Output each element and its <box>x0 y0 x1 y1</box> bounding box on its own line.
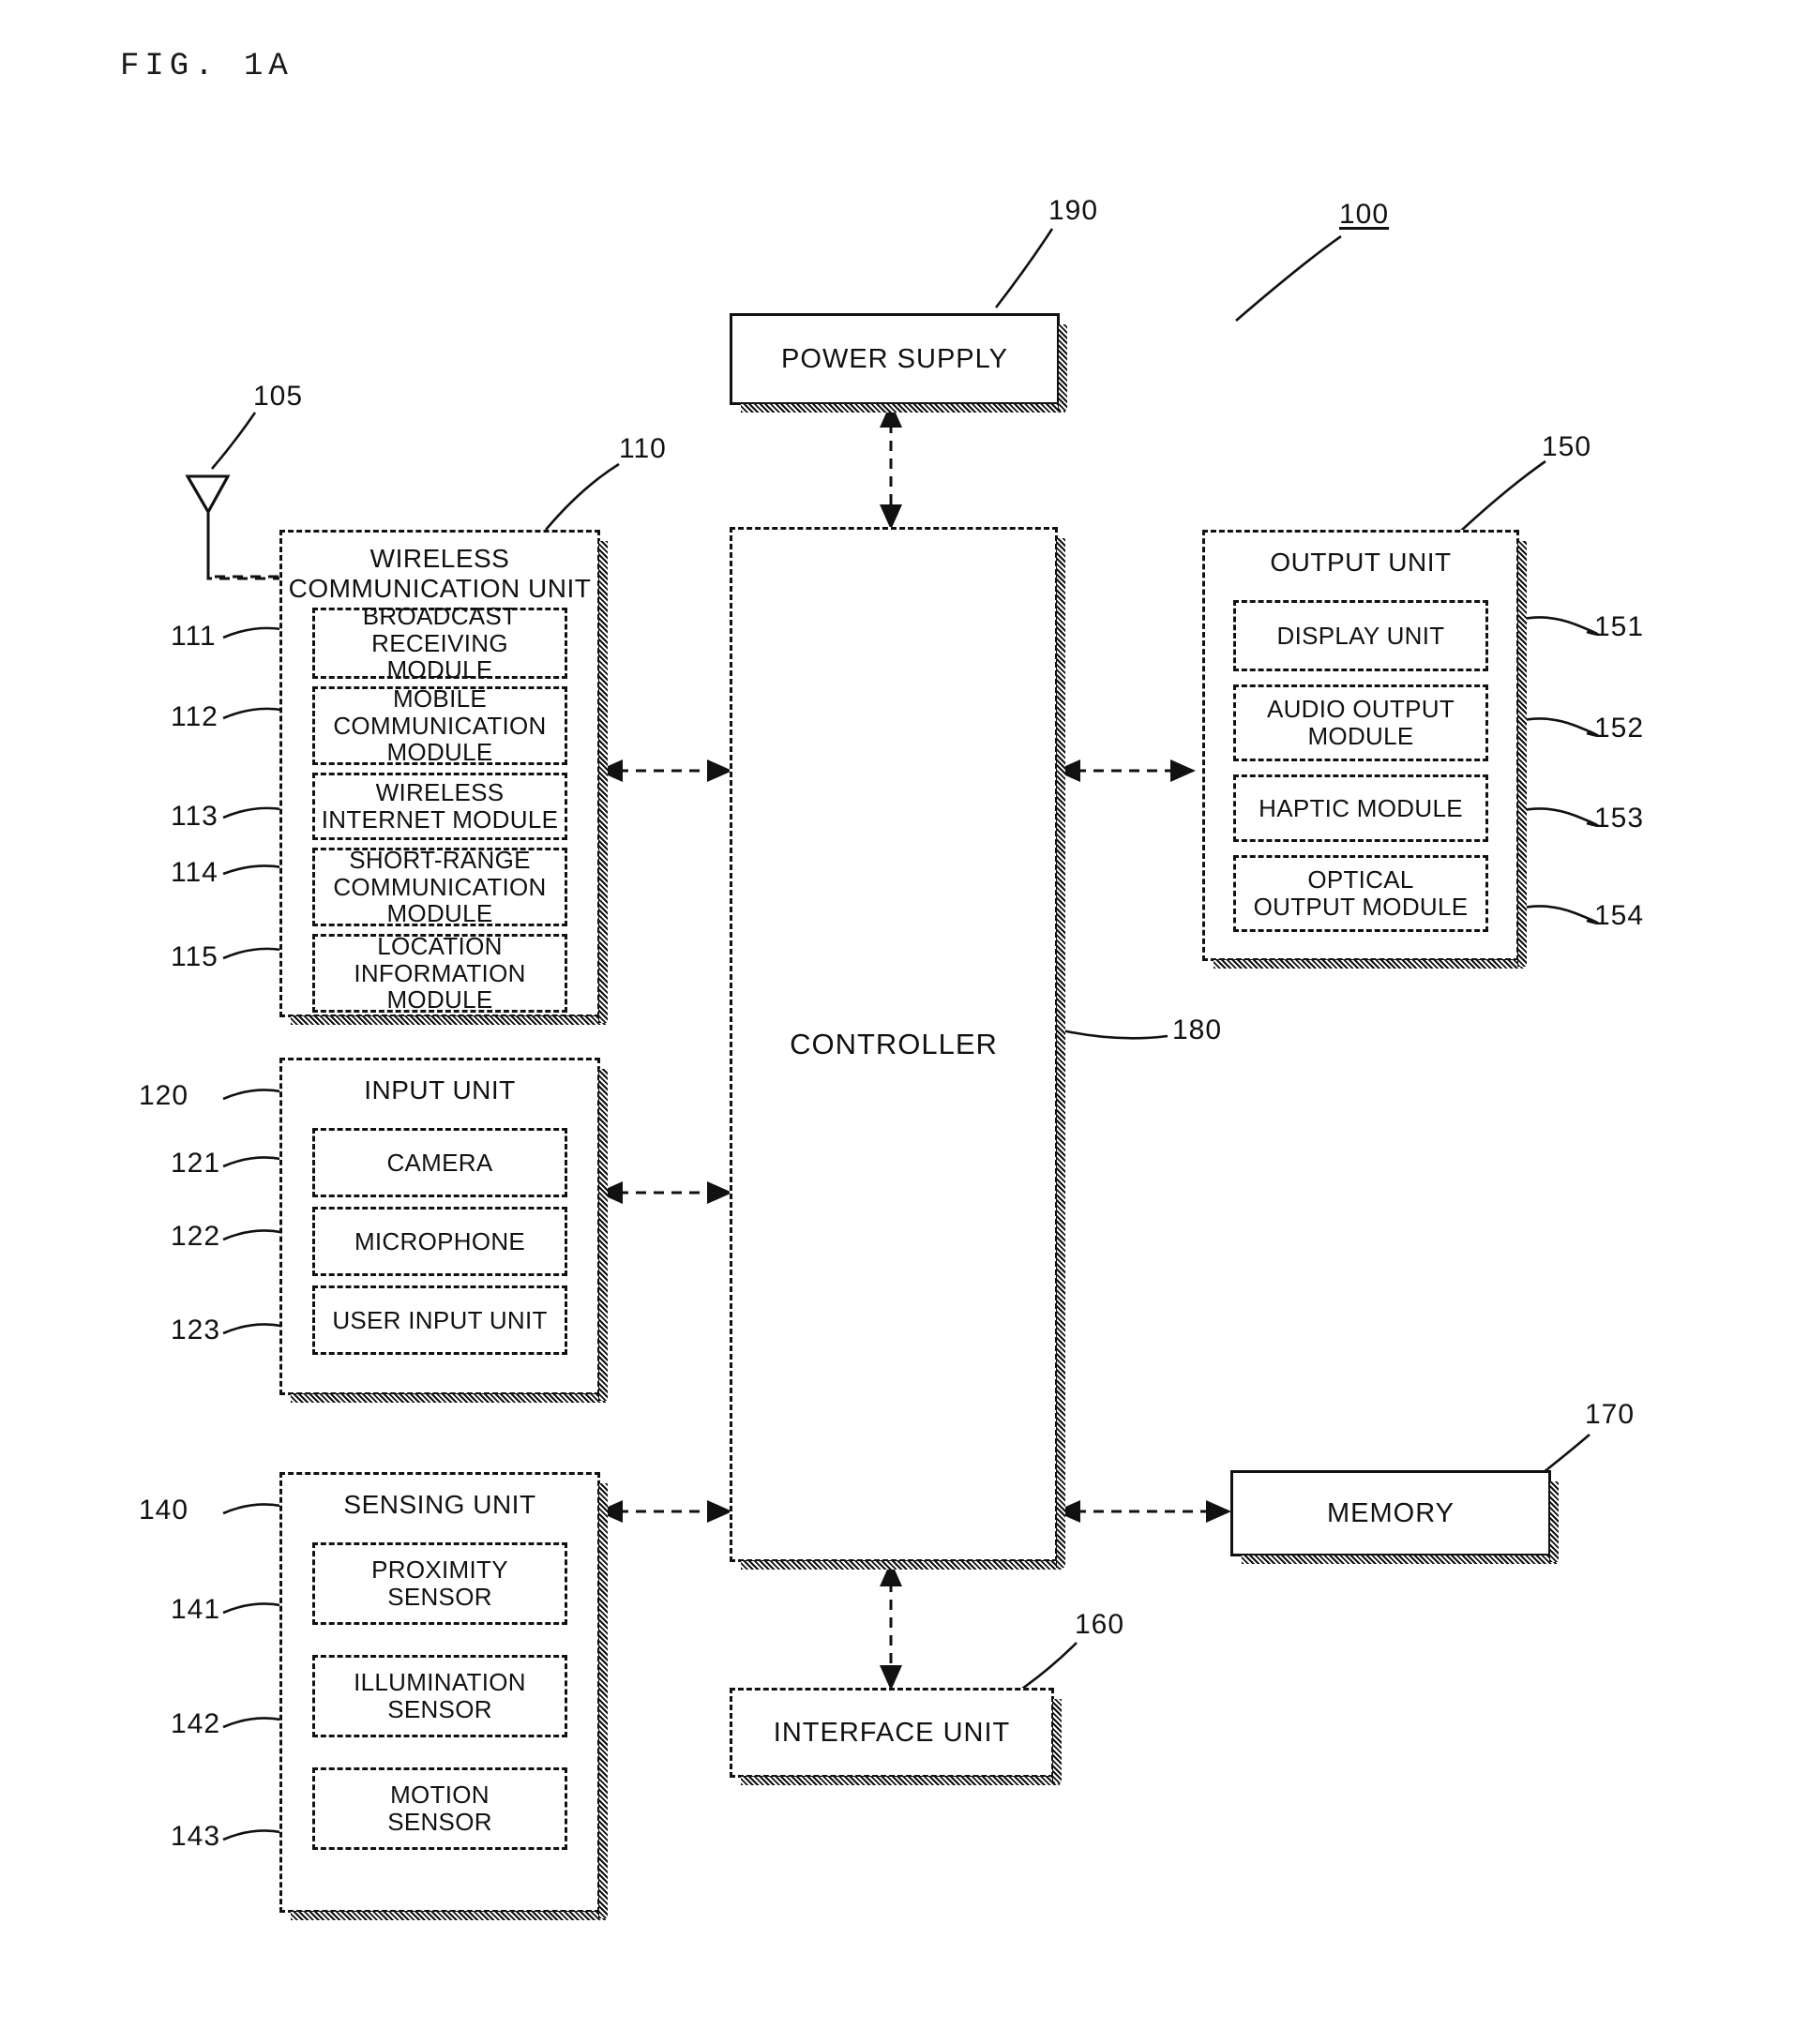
camera-module: CAMERA <box>312 1128 567 1197</box>
input-unit-title: INPUT UNIT <box>364 1075 516 1105</box>
ref-180: 180 <box>1172 1014 1223 1045</box>
wireless-title-line2: COMMUNICATION UNIT <box>288 574 592 604</box>
ref-120: 120 <box>139 1080 189 1111</box>
memory-block: MEMORY <box>1230 1470 1559 1564</box>
ref-160: 160 <box>1075 1609 1125 1640</box>
ref-122: 122 <box>171 1221 221 1252</box>
interface-unit-label: INTERFACE UNIT <box>773 1717 1011 1748</box>
output-unit-title: OUTPUT UNIT <box>1270 548 1452 577</box>
motion-sensor-module: MOTION SENSOR <box>312 1767 567 1850</box>
controller-block: CONTROLLER <box>730 527 1065 1570</box>
ref-152: 152 <box>1594 713 1645 744</box>
power-supply-block: POWER SUPPLY <box>730 313 1067 413</box>
controller-label: CONTROLLER <box>790 1027 998 1060</box>
ref-112: 112 <box>171 701 219 732</box>
wireless-internet-module: WIRELESS INTERNET MODULE <box>312 773 567 840</box>
output-unit-block: OUTPUT UNIT DISPLAY UNIT AUDIO OUTPUT MO… <box>1202 530 1527 969</box>
ref-143: 143 <box>171 1821 221 1852</box>
optical-output-module: OPTICAL OUTPUT MODULE <box>1233 855 1488 932</box>
ref-115: 115 <box>171 941 219 972</box>
interface-unit-block: INTERFACE UNIT <box>730 1688 1062 1785</box>
ref-150: 150 <box>1542 431 1592 462</box>
ref-110: 110 <box>619 433 667 464</box>
audio-output-module: AUDIO OUTPUT MODULE <box>1233 684 1488 761</box>
haptic-module: HAPTIC MODULE <box>1233 774 1488 842</box>
ref-113: 113 <box>171 801 219 832</box>
power-supply-label: POWER SUPPLY <box>781 343 1008 374</box>
ref-100: 100 <box>1339 199 1390 230</box>
microphone-module: MICROPHONE <box>312 1207 567 1276</box>
sensing-unit-title: SENSING UNIT <box>343 1490 536 1519</box>
ref-140: 140 <box>139 1495 189 1525</box>
wireless-communication-unit-block: WIRELESS COMMUNICATION UNIT BROADCAST RE… <box>279 530 608 1025</box>
ref-142: 142 <box>171 1708 221 1739</box>
antenna-icon <box>185 474 231 574</box>
ref-170: 170 <box>1585 1399 1636 1430</box>
sensing-unit-block: SENSING UNIT PROXIMITY SENSOR ILLUMINATI… <box>279 1472 608 1920</box>
figure-title: FIG. 1A <box>120 49 294 84</box>
patent-figure-page: FIG. 1A POWER SUPPLY 190 100 CONTROLLER … <box>0 0 1794 2044</box>
ref-151: 151 <box>1594 611 1645 642</box>
ref-121: 121 <box>171 1148 221 1179</box>
wireless-communication-unit-title: WIRELESS COMMUNICATION UNIT <box>282 544 597 604</box>
ref-190: 190 <box>1048 195 1099 226</box>
ref-141: 141 <box>171 1594 221 1625</box>
broadcast-receiving-module: BROADCAST RECEIVING MODULE <box>312 603 567 684</box>
wireless-title-line1: WIRELESS <box>369 544 510 573</box>
ref-105: 105 <box>253 381 304 412</box>
ref-114: 114 <box>171 857 219 888</box>
ref-153: 153 <box>1594 803 1645 834</box>
proximity-sensor-module: PROXIMITY SENSOR <box>312 1542 567 1625</box>
ref-154: 154 <box>1594 900 1645 931</box>
ref-111: 111 <box>171 621 217 652</box>
input-unit-block: INPUT UNIT CAMERA MICROPHONE USER INPUT … <box>279 1058 608 1403</box>
location-information-module: LOCATION INFORMATION MODULE <box>312 933 567 1014</box>
illumination-sensor-module: ILLUMINATION SENSOR <box>312 1655 567 1737</box>
user-input-unit-module: USER INPUT UNIT <box>312 1285 567 1355</box>
mobile-communication-module: MOBILE COMMUNICATION MODULE <box>312 685 567 766</box>
ref-123: 123 <box>171 1315 221 1345</box>
memory-label: MEMORY <box>1327 1497 1455 1528</box>
display-unit-module: DISPLAY UNIT <box>1233 600 1488 671</box>
short-range-communication-module: SHORT-RANGE COMMUNICATION MODULE <box>312 847 567 927</box>
